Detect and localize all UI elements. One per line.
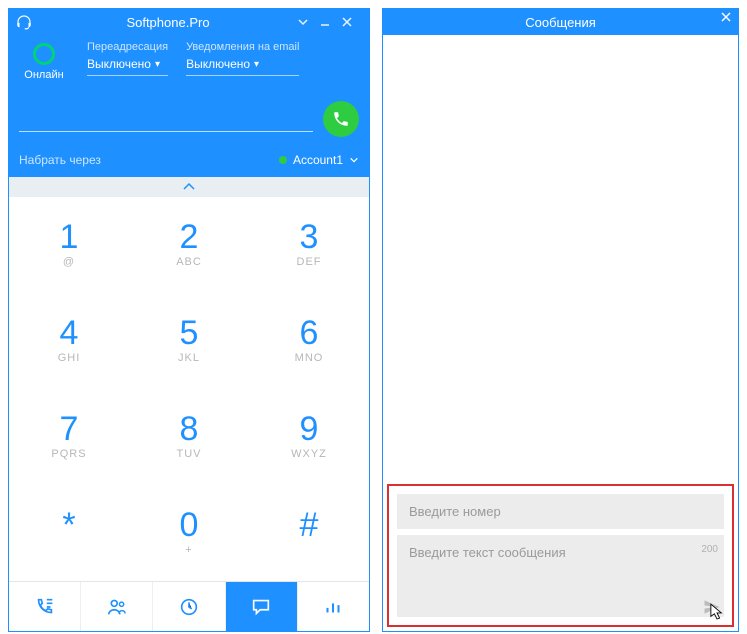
key-3[interactable]: 3DEF	[249, 197, 369, 293]
tab-contacts[interactable]	[81, 582, 153, 631]
minimize-button[interactable]	[319, 16, 341, 28]
headset-icon	[15, 13, 33, 31]
presence-status[interactable]: Онлайн	[19, 41, 69, 81]
collapse-button[interactable]	[297, 16, 319, 28]
forwarding-caption: Переадресация	[87, 41, 168, 53]
account-selector[interactable]: Account1	[279, 153, 359, 167]
presence-label: Онлайн	[24, 69, 63, 81]
key-9[interactable]: 9WXYZ	[249, 389, 369, 485]
char-counter: 200	[701, 544, 718, 555]
key-0[interactable]: 0+	[129, 485, 249, 581]
messages-titlebar: Сообщения	[383, 9, 738, 35]
cursor-icon	[710, 603, 724, 621]
key-hash[interactable]: #	[249, 485, 369, 581]
key-4[interactable]: 4GHI	[9, 293, 129, 389]
collapse-handle[interactable]	[9, 177, 369, 197]
key-8[interactable]: 8TUV	[129, 389, 249, 485]
messages-title: Сообщения	[525, 15, 596, 30]
key-5[interactable]: 5JKL	[129, 293, 249, 389]
clock-icon	[178, 596, 200, 618]
key-6[interactable]: 6MNO	[249, 293, 369, 389]
tab-history[interactable]	[153, 582, 225, 631]
contacts-icon	[106, 596, 128, 618]
call-button[interactable]	[323, 101, 359, 137]
close-button[interactable]	[341, 16, 363, 28]
chat-icon	[250, 596, 272, 618]
phone-icon	[332, 110, 350, 128]
chevron-down-icon: ▾	[254, 59, 259, 70]
keypad: 1@ 2ABC 3DEF 4GHI 5JKL 6MNO 7PQRS 8TUV 9…	[9, 197, 369, 581]
key-1[interactable]: 1@	[9, 197, 129, 293]
account-name: Account1	[293, 153, 343, 167]
bars-icon	[322, 596, 344, 618]
chevron-down-icon: ▾	[155, 59, 160, 70]
dial-input[interactable]	[19, 106, 313, 132]
messages-window: Сообщения 200	[382, 8, 739, 632]
key-2[interactable]: 2ABC	[129, 197, 249, 293]
phone-list-icon	[34, 596, 56, 618]
key-star[interactable]: *	[9, 485, 129, 581]
titlebar: Softphone.Pro	[9, 9, 369, 35]
notifications-value: Выключено	[186, 57, 250, 71]
compose-panel: 200	[387, 484, 734, 627]
recipient-input[interactable]	[397, 494, 724, 529]
forwarding-dropdown[interactable]: Переадресация Выключено ▾	[87, 41, 168, 76]
window-title: Softphone.Pro	[39, 15, 297, 30]
chevron-down-icon	[349, 155, 359, 165]
status-dot-icon	[279, 156, 287, 164]
close-button[interactable]	[720, 11, 732, 23]
chevron-up-icon	[182, 182, 196, 192]
bottom-tabs	[9, 581, 369, 631]
forwarding-value: Выключено	[87, 57, 151, 71]
tab-stats[interactable]	[298, 582, 369, 631]
key-7[interactable]: 7PQRS	[9, 389, 129, 485]
tab-messages[interactable]	[226, 582, 298, 631]
tab-calls[interactable]	[9, 582, 81, 631]
dial-through-label: Набрать через	[19, 153, 101, 167]
message-textarea[interactable]	[397, 535, 724, 617]
header-area: Онлайн Переадресация Выключено ▾ Уведомл…	[9, 35, 369, 177]
messages-list	[383, 35, 738, 480]
presence-ring-icon	[33, 43, 55, 65]
softphone-window: Softphone.Pro Онлайн Переадресация Выклю…	[8, 8, 370, 632]
notifications-dropdown[interactable]: Уведомления на email Выключено ▾	[186, 41, 299, 76]
notifications-caption: Уведомления на email	[186, 41, 299, 53]
